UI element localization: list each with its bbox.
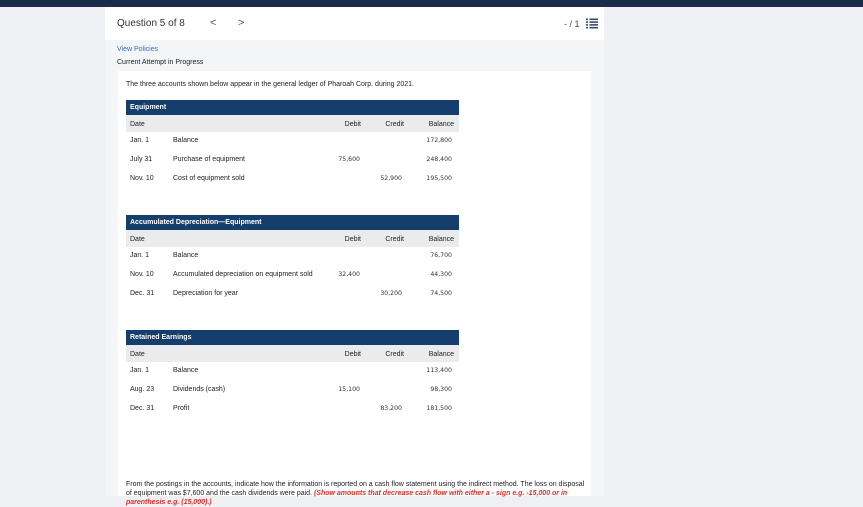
- ledger-header-row: Date Debit Credit Balance: [126, 115, 459, 132]
- row-balance: 113,400: [426, 367, 452, 374]
- row-date: Dec. 31: [130, 290, 155, 297]
- column-credit: Credit: [385, 121, 404, 128]
- question-panel: View Policies Current Attempt in Progres…: [105, 40, 604, 506]
- ledger-row: Dec. 31 Profit 83,200 181,500: [126, 400, 459, 419]
- row-date: July 31: [130, 156, 153, 163]
- ledger-row: Nov. 10 Cost of equipment sold 52,900 19…: [126, 170, 459, 189]
- row-debit: 32,400: [338, 271, 360, 278]
- row-description: Profit: [173, 405, 190, 412]
- ledger-row: July 31 Purchase of equipment 75,600 248…: [126, 151, 459, 170]
- row-balance: 195,500: [426, 175, 452, 182]
- question-label: Question 5 of 8: [117, 18, 185, 29]
- score-display: - / 1: [564, 19, 580, 29]
- top-bar: [0, 0, 863, 7]
- row-date: Nov. 10: [130, 271, 154, 278]
- row-date: Jan. 1: [130, 367, 150, 374]
- column-balance: Balance: [428, 121, 454, 128]
- ledger-row: Jan. 1 Balance 113,400: [126, 362, 459, 381]
- chevron-left-icon[interactable]: <: [210, 17, 216, 29]
- row-date: Nov. 10: [130, 175, 154, 182]
- row-description: Depreciation for year: [173, 290, 238, 297]
- row-description: Dividends (cash): [173, 386, 226, 393]
- column-debit: Debit: [344, 121, 361, 128]
- column-debit: Debit: [344, 351, 361, 358]
- row-balance: 44,300: [430, 271, 452, 278]
- ledger-accumulated-depreciation: Accumulated Depreciation—Equipment Date …: [126, 215, 459, 304]
- column-credit: Credit: [385, 351, 404, 358]
- row-credit: 83,200: [380, 405, 402, 412]
- ledger-row: Nov. 10 Accumulated depreciation on equi…: [126, 266, 459, 285]
- row-description: Balance: [173, 252, 199, 259]
- question-instructions: From the postings in the accounts, indic…: [126, 480, 587, 507]
- list-icon[interactable]: [586, 18, 598, 29]
- row-balance: 76,700: [430, 252, 452, 259]
- row-description: Cost of equipment sold: [173, 175, 245, 182]
- row-date: Dec. 31: [130, 405, 155, 412]
- column-date: Date: [130, 121, 145, 128]
- column-date: Date: [130, 351, 145, 358]
- row-description: Purchase of equipment: [173, 156, 245, 163]
- row-balance: 181,500: [426, 405, 452, 412]
- ledger-row: Jan. 1 Balance 76,700: [126, 247, 459, 266]
- column-credit: Credit: [385, 236, 404, 243]
- row-balance: 98,300: [430, 386, 452, 393]
- row-credit: 52,900: [380, 175, 402, 182]
- ledger-row: Aug. 23 Dividends (cash) 15,100 98,300: [126, 381, 459, 400]
- row-date: Jan. 1: [130, 252, 150, 259]
- ledger-title: Retained Earnings: [126, 330, 459, 345]
- question-content: The three accounts shown below appear in…: [118, 71, 591, 506]
- row-date: Jan. 1: [130, 137, 150, 144]
- question-intro: The three accounts shown below appear in…: [126, 81, 414, 88]
- attempt-status: Current Attempt in Progress: [117, 59, 204, 66]
- ledger-header-row: Date Debit Credit Balance: [126, 230, 459, 247]
- question-header: Question 5 of 8 < > - / 1: [105, 7, 604, 40]
- ledger-header-row: Date Debit Credit Balance: [126, 345, 459, 362]
- chevron-right-icon[interactable]: >: [238, 17, 244, 29]
- ledger-title: Equipment: [126, 100, 459, 115]
- column-date: Date: [130, 236, 145, 243]
- ledger-equipment: Equipment Date Debit Credit Balance Jan.…: [126, 100, 459, 189]
- column-balance: Balance: [428, 236, 454, 243]
- row-debit: 15,100: [338, 386, 360, 393]
- row-balance: 172,800: [426, 137, 452, 144]
- row-date: Aug. 23: [130, 386, 155, 393]
- row-credit: 30,200: [380, 290, 402, 297]
- previous-question-button[interactable]: <: [210, 17, 216, 29]
- row-description: Balance: [173, 367, 199, 374]
- row-debit: 75,600: [338, 156, 360, 163]
- row-balance: 248,400: [426, 156, 452, 163]
- ledger-title: Accumulated Depreciation—Equipment: [126, 215, 459, 230]
- column-debit: Debit: [344, 236, 361, 243]
- row-description: Balance: [173, 137, 199, 144]
- ledger-retained-earnings: Retained Earnings Date Debit Credit Bala…: [126, 330, 459, 419]
- next-question-button[interactable]: >: [238, 17, 244, 29]
- row-balance: 74,500: [430, 290, 452, 297]
- column-balance: Balance: [428, 351, 454, 358]
- ledger-row: Dec. 31 Depreciation for year 30,200 74,…: [126, 285, 459, 304]
- ledger-row: Jan. 1 Balance 172,800: [126, 132, 459, 151]
- row-description: Accumulated depreciation on equipment so…: [173, 271, 313, 278]
- view-policies-link[interactable]: View Policies: [117, 46, 158, 53]
